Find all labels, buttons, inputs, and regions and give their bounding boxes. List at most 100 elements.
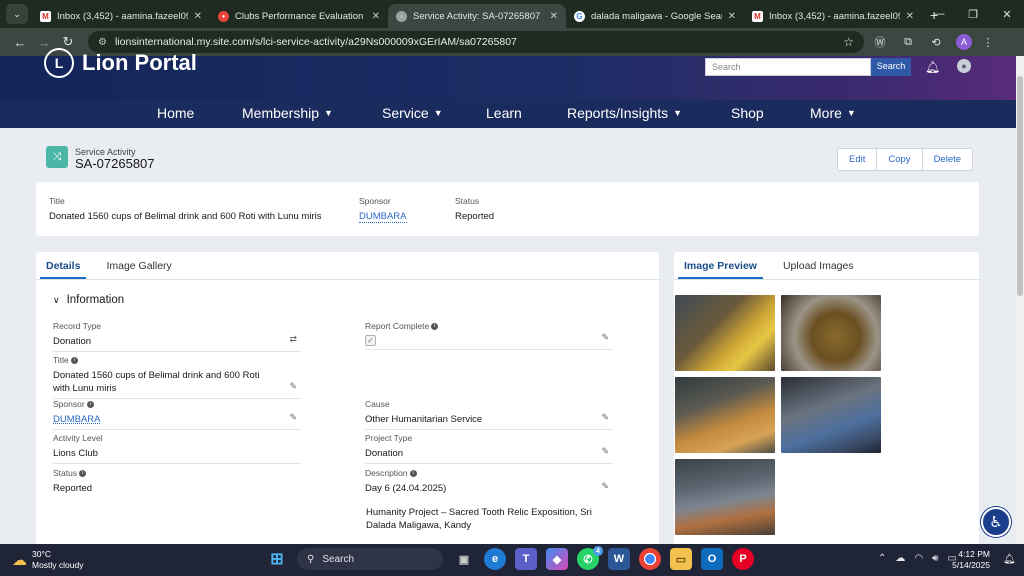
site-search-input[interactable]: Search — [705, 58, 871, 76]
label-text: Cause — [365, 399, 390, 409]
restore-icon[interactable]: ❐ — [956, 8, 990, 21]
activity-photo-2[interactable] — [781, 295, 881, 371]
notification-center-icon[interactable]: 🔔︎ — [1003, 554, 1016, 565]
tab-image-gallery[interactable]: Image Gallery — [100, 252, 177, 279]
browser-tab-4[interactable]: G dalada maligawa - Google Sear ✕ — [566, 4, 744, 28]
nav-label: Learn — [486, 105, 522, 121]
minimize-icon[interactable]: — — [922, 8, 956, 20]
activity-photo-3[interactable] — [675, 377, 775, 453]
extensions-puzzle-icon[interactable]: ⧉ — [896, 36, 920, 49]
info-icon[interactable]: i — [70, 356, 78, 364]
edit-button[interactable]: Edit — [838, 149, 878, 170]
info-icon[interactable]: i — [409, 469, 417, 477]
activity-photo-4[interactable] — [781, 377, 881, 453]
nav-home[interactable]: Home — [157, 105, 194, 121]
info-icon[interactable]: i — [86, 400, 94, 408]
whatsapp-icon[interactable]: ✆ 4 — [577, 546, 603, 570]
task-view-icon[interactable]: ▣ — [453, 548, 475, 570]
bookmark-star-icon[interactable]: ☆ — [843, 35, 854, 49]
address-bar[interactable]: ⚙ lionsinternational.my.site.com/s/lci-s… — [88, 31, 864, 53]
nav-service[interactable]: Service ▼ — [382, 105, 443, 121]
accessibility-icon[interactable]: ♿︎ — [981, 507, 1011, 537]
windows-taskbar: ☁ 30°C Mostly cloudy ⊞ ⚲ Search ▣ e T ◆ ✆… — [0, 544, 1024, 576]
chevron-down-icon: ▼ — [846, 108, 856, 118]
file-explorer-icon[interactable]: ▭ — [670, 548, 692, 570]
site-header: L Lion Portal Search Search 🔔︎ ● — [0, 48, 1024, 100]
nav-learn[interactable]: Learn — [486, 105, 522, 121]
pinterest-icon[interactable]: P — [732, 548, 754, 570]
browser-tab-1[interactable]: M Inbox (3,452) - aamina.fazeel09 ✕ — [32, 4, 210, 28]
nav-more[interactable]: More ▼ — [810, 105, 856, 121]
volume-icon[interactable]: 🔊︎ — [932, 553, 938, 564]
close-window-icon[interactable]: ✕ — [990, 8, 1024, 21]
close-tab-icon[interactable]: ✕ — [550, 11, 558, 22]
tab-details[interactable]: Details — [40, 252, 87, 279]
activity-photo-5[interactable] — [675, 459, 775, 535]
close-tab-icon[interactable]: ✕ — [728, 11, 736, 22]
close-tab-icon[interactable]: ✕ — [906, 11, 914, 22]
edit-pencil-icon[interactable]: ✎ — [601, 446, 609, 457]
word-icon[interactable]: W — [608, 548, 630, 570]
outlook-icon[interactable]: O — [701, 548, 723, 570]
info-icon[interactable]: i — [431, 322, 439, 330]
scrollbar-thumb[interactable] — [1017, 76, 1023, 296]
edit-pencil-icon[interactable]: ✎ — [601, 481, 609, 492]
brand[interactable]: L Lion Portal — [44, 48, 197, 78]
weather-widget[interactable]: ☁ 30°C Mostly cloudy — [12, 549, 84, 571]
browser-tab-5[interactable]: M Inbox (3,452) - aamina.fazeel09 ✕ — [744, 4, 922, 28]
nav-shop[interactable]: Shop — [731, 105, 764, 121]
handshake-icon: ⤨ — [46, 146, 68, 168]
nav-membership[interactable]: Membership ▼ — [242, 105, 333, 121]
site-search-button[interactable]: Search — [871, 58, 911, 76]
gmail-icon: M — [752, 10, 763, 22]
browser-menu-icon[interactable]: ⋮ — [976, 36, 1000, 49]
copilot-icon[interactable]: ◆ — [546, 548, 568, 570]
edit-pencil-icon[interactable]: ✎ — [601, 332, 609, 343]
onedrive-icon[interactable]: ☁ — [895, 553, 905, 564]
lions-logo-icon: L — [44, 48, 74, 78]
teams-icon[interactable]: T — [515, 548, 537, 570]
taskbar-apps: ⊞ ⚲ Search ▣ e T ◆ ✆ 4 W ▭ O P — [266, 546, 763, 570]
clock[interactable]: 4:12 PM 5/14/2025 — [946, 549, 990, 571]
sponsor-link[interactable]: DUMBARA — [359, 211, 407, 223]
field-value: Donation — [53, 336, 92, 347]
browser-tab-2[interactable]: • Clubs Performance Evaluation S ✕ — [210, 4, 388, 28]
site-info-icon[interactable]: ⚙ — [98, 37, 107, 48]
copy-button[interactable]: Copy — [877, 149, 923, 170]
tab-image-preview[interactable]: Image Preview — [678, 252, 763, 279]
tab-search-chevron-icon[interactable]: ⌄ — [6, 4, 28, 24]
label-text: Description — [365, 468, 408, 478]
user-profile-icon[interactable]: ● — [957, 59, 971, 73]
highlight-title: Title Donated 1560 cups of Belimal drink… — [49, 196, 322, 222]
edit-pencil-icon[interactable]: ✎ — [601, 412, 609, 423]
close-tab-icon[interactable]: ✕ — [372, 11, 380, 22]
field-label: Status i — [53, 468, 301, 478]
edit-pencil-icon[interactable]: ✎ — [289, 412, 297, 423]
tab-upload-images[interactable]: Upload Images — [777, 252, 860, 279]
chrome-sync-icon[interactable]: ⟲ — [924, 36, 948, 49]
section-information[interactable]: ∨ Information — [53, 294, 124, 306]
delete-button[interactable]: Delete — [923, 149, 972, 170]
chrome-icon[interactable] — [639, 548, 661, 570]
back-icon[interactable]: ← — [8, 35, 32, 50]
taskbar-search[interactable]: ⚲ Search — [297, 548, 443, 570]
profile-avatar[interactable]: A — [956, 34, 972, 50]
browser-tab-3[interactable]: ◦ Service Activity: SA-07265807 ✕ — [388, 4, 566, 28]
info-icon[interactable]: i — [79, 469, 87, 477]
sponsor-link[interactable]: DUMBARA — [53, 413, 301, 426]
edge-icon[interactable]: e — [484, 548, 506, 570]
nav-reports-insights[interactable]: Reports/Insights ▼ — [567, 105, 682, 121]
extension-w-icon[interactable]: Ⓦ — [868, 34, 892, 50]
activity-photo-1[interactable] — [675, 295, 775, 371]
page-scrollbar[interactable] — [1016, 56, 1024, 544]
highlight-value: Reported — [455, 211, 495, 222]
highlight-label: Title — [49, 196, 65, 206]
close-tab-icon[interactable]: ✕ — [194, 11, 202, 22]
wifi-icon[interactable]: ◠ — [914, 553, 923, 564]
forward-icon[interactable]: → — [32, 35, 56, 50]
edit-pencil-icon[interactable]: ✎ — [289, 381, 297, 392]
show-hidden-icons-icon[interactable]: ⌃ — [878, 553, 886, 564]
windows-start-icon[interactable]: ⊞ — [266, 548, 288, 570]
change-record-type-icon[interactable]: ⇄ — [289, 334, 297, 345]
notifications-bell-icon[interactable]: 🔔︎ — [925, 60, 940, 74]
